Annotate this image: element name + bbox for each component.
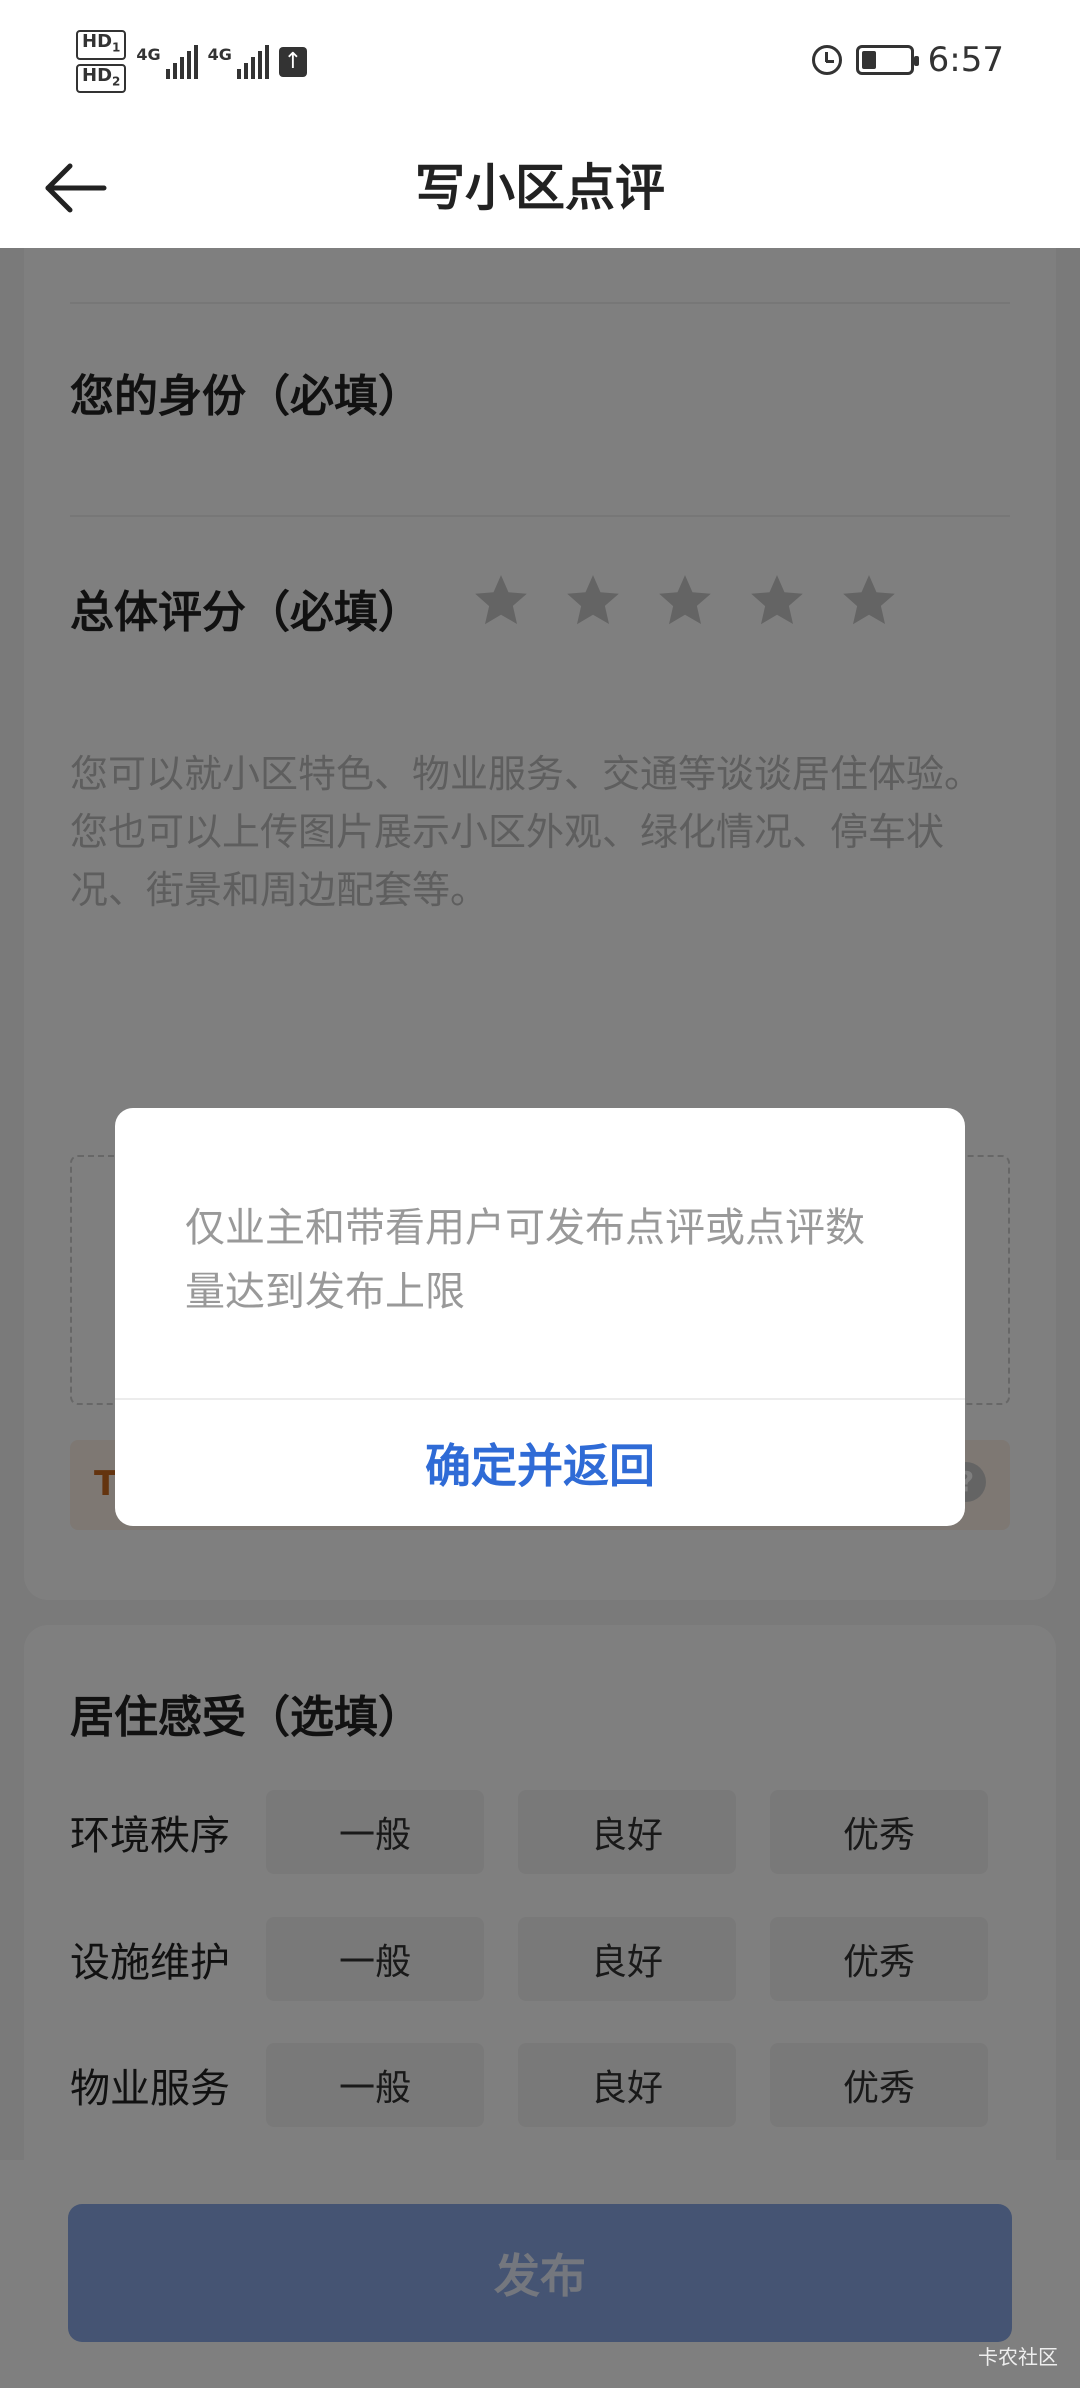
watermark: 卡农社区 [978, 2345, 1058, 2369]
sim2-hd-badge: HD2 [76, 63, 127, 94]
signal-2-icon: 4G [208, 44, 269, 79]
clock: 6:57 [927, 40, 1004, 80]
sim-indicators: HD1 HD2 [76, 30, 127, 94]
alert-dialog: 仅业主和带看用户可发布点评或点评数量达到发布上限 确定并返回 [115, 1108, 965, 1526]
alarm-icon [811, 45, 842, 75]
dialog-message: 仅业主和带看用户可发布点评或点评数量达到发布上限 [185, 1205, 865, 1315]
battery-icon [855, 45, 919, 75]
confirm-return-button[interactable]: 确定并返回 [115, 1400, 965, 1526]
upload-arrow-icon: ↑ [278, 46, 307, 77]
sim1-hd-badge: HD1 [76, 30, 127, 60]
signal-1-icon: 4G [136, 44, 198, 79]
status-right: 6:57 [811, 40, 1004, 80]
status-left: HD1 HD2 4G 4G ↑ [76, 30, 307, 94]
status-bar: HD1 HD2 4G 4G ↑ 6:57 [0, 0, 1080, 128]
